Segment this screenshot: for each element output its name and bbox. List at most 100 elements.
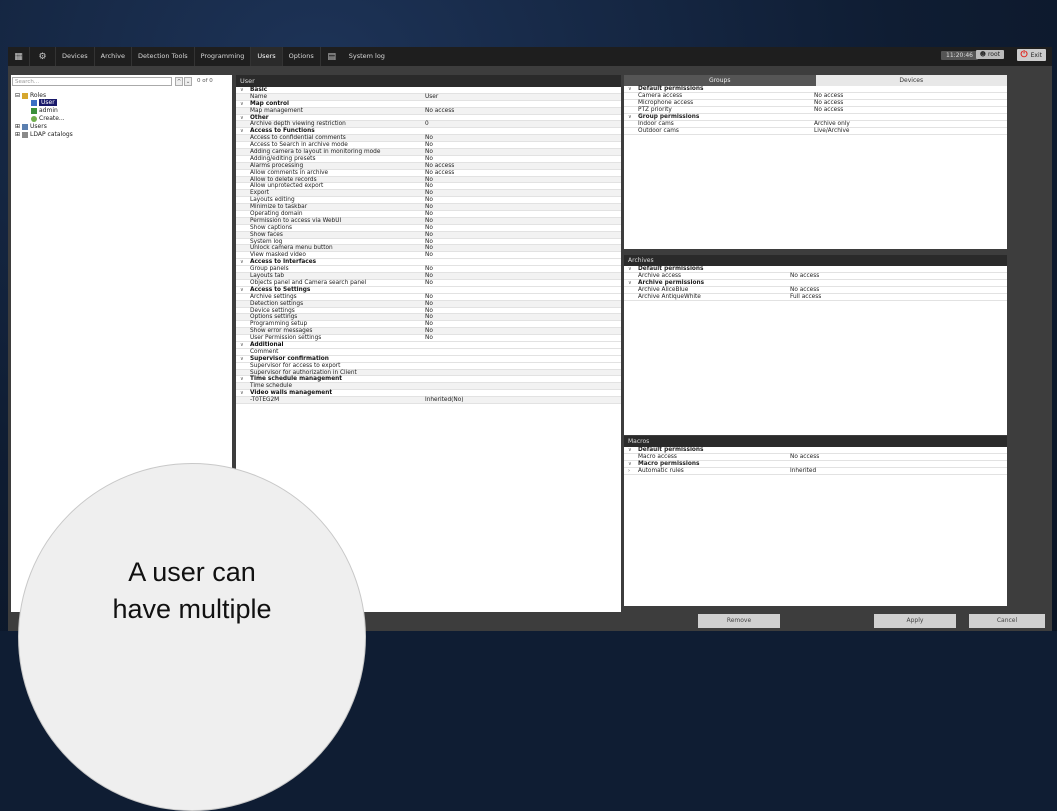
property-value[interactable]: No [425, 308, 433, 315]
property-value[interactable]: No [425, 135, 433, 142]
section-header[interactable]: ∨ Group permissions [624, 114, 1007, 121]
property-value[interactable]: No [425, 142, 433, 149]
property-value[interactable]: No [425, 328, 433, 335]
property-row[interactable]: User Permission settings No [236, 335, 621, 342]
property-row[interactable]: Allow comments in archive No access [236, 170, 621, 177]
property-value[interactable]: No [425, 204, 433, 211]
property-row[interactable]: Archive settings No [236, 294, 621, 301]
property-row[interactable]: Permission to access via WebUI No [236, 217, 621, 225]
search-input[interactable]: Search... [12, 77, 172, 86]
property-value[interactable]: No [425, 149, 433, 156]
property-row[interactable]: Minimize to taskbar No [236, 204, 621, 212]
property-value[interactable]: No [425, 280, 433, 287]
property-value[interactable]: No [425, 335, 433, 342]
property-row[interactable]: PTZ priority No access [624, 107, 1007, 114]
property-row[interactable]: Operating domain No [236, 211, 621, 218]
property-value[interactable]: No [425, 252, 433, 259]
chevron-down-icon[interactable]: ∨ [628, 461, 632, 468]
property-value[interactable]: No access [790, 287, 819, 294]
tree-item-roles[interactable]: ⊟ Roles [15, 92, 46, 99]
property-value[interactable]: Inherited(No) [425, 397, 464, 404]
property-value[interactable]: No [425, 273, 433, 280]
tab-users[interactable]: Users [251, 47, 283, 66]
chevron-down-icon[interactable]: ∨ [628, 114, 632, 121]
section-header[interactable]: ∨ Default permissions [624, 266, 1007, 273]
property-value[interactable]: Inherited [790, 468, 816, 475]
property-row[interactable]: Options settings No [236, 314, 621, 322]
chevron-right-icon[interactable]: › [628, 468, 630, 475]
chevron-down-icon[interactable]: ∨ [240, 342, 244, 349]
chevron-down-icon[interactable]: ∨ [240, 101, 244, 108]
property-value[interactable]: No [425, 321, 433, 328]
section-header[interactable]: ∨ Additional [236, 342, 621, 349]
chevron-down-icon[interactable]: ∨ [240, 128, 244, 135]
chevron-down-icon[interactable]: ∨ [240, 376, 244, 383]
property-row[interactable]: Allow to delete records No [236, 176, 621, 184]
property-row[interactable]: Device settings No [236, 308, 621, 315]
property-row[interactable]: Indoor cams Archive only [624, 121, 1007, 128]
chevron-down-icon[interactable]: ∨ [628, 266, 632, 273]
tree-item-user[interactable]: User [31, 99, 57, 106]
property-value[interactable]: No access [814, 107, 843, 114]
property-row[interactable]: Access to confidential comments No [236, 135, 621, 143]
property-value[interactable]: No [425, 190, 433, 197]
property-row[interactable]: Show faces No [236, 231, 621, 239]
section-header[interactable]: ∨ Other [236, 115, 621, 122]
property-row[interactable]: Group panels No [236, 266, 621, 274]
section-header[interactable]: ∨ Default permissions [624, 447, 1007, 454]
property-row[interactable]: System log No [236, 239, 621, 246]
remove-button[interactable]: Remove [698, 614, 780, 628]
tree-item-create[interactable]: Create... [31, 115, 65, 122]
property-value[interactable]: No [425, 197, 433, 204]
current-user-button[interactable]: ☻ root [975, 50, 1004, 59]
property-value[interactable]: Live/Archive [814, 128, 849, 135]
section-header[interactable]: ∨ Basic [236, 87, 621, 94]
cancel-button[interactable]: Cancel [969, 614, 1045, 628]
property-row[interactable]: Outdoor cams Live/Archive [624, 128, 1007, 135]
prev-result-button[interactable]: ^ [175, 77, 183, 86]
property-row[interactable]: Name User [236, 93, 621, 101]
tree-item-users[interactable]: ⊞ Users [15, 123, 47, 130]
tab-detection-tools[interactable]: Detection Tools [132, 47, 195, 66]
tree-item-admin[interactable]: admin [31, 107, 58, 114]
section-header[interactable]: ∨ Video walls management [236, 390, 621, 398]
property-row[interactable]: Archive AliceBlue No access [624, 287, 1007, 294]
property-value[interactable]: 0 [425, 121, 429, 128]
section-header[interactable]: ∨ Macro permissions [624, 461, 1007, 468]
property-value[interactable]: User [425, 94, 438, 101]
property-value[interactable]: No [425, 314, 433, 321]
section-header[interactable]: ∨ Default permissions [624, 86, 1007, 93]
property-row[interactable]: Adding camera to layout in monitoring mo… [236, 149, 621, 156]
property-row[interactable]: Programming setup No [236, 321, 621, 329]
property-row[interactable]: Allow unprotected export No [236, 183, 621, 191]
property-row[interactable]: Detection settings No [236, 300, 621, 308]
property-value[interactable]: No [425, 225, 433, 232]
property-row[interactable]: Layouts editing No [236, 197, 621, 205]
property-row[interactable]: Time schedule [236, 383, 621, 391]
property-row[interactable]: Archive depth viewing restriction 0 [236, 121, 621, 129]
property-row[interactable]: Map management No access [236, 107, 621, 115]
section-header[interactable]: ∨ Time schedule management [236, 376, 621, 384]
property-row[interactable]: Comment [236, 349, 621, 356]
chevron-down-icon[interactable]: ∨ [240, 356, 244, 363]
tab-options[interactable]: Options [283, 47, 321, 66]
property-row[interactable]: Layouts tab No [236, 273, 621, 280]
property-row[interactable]: › Automatic rules Inherited [624, 468, 1007, 475]
grid-icon[interactable]: ▦ [8, 47, 30, 66]
property-value[interactable]: No [425, 294, 433, 301]
property-row[interactable]: -T0TEG2M Inherited(No) [236, 397, 621, 404]
section-header[interactable]: ∨ Archive permissions [624, 280, 1007, 287]
property-value[interactable]: No access [425, 108, 454, 115]
tab-system-log[interactable]: System log [343, 47, 391, 66]
section-header[interactable]: ∨ Access to Settings [236, 287, 621, 294]
chevron-down-icon[interactable]: ∨ [240, 87, 244, 94]
property-value[interactable]: No [425, 232, 433, 239]
property-row[interactable]: Microphone access No access [624, 100, 1007, 107]
section-header[interactable]: ∨ Map control [236, 101, 621, 108]
property-value[interactable]: No [425, 245, 433, 252]
section-header[interactable]: ∨ Access to Functions [236, 128, 621, 136]
property-value[interactable]: No [425, 301, 433, 308]
property-value[interactable]: No access [425, 170, 454, 177]
property-value[interactable]: No access [790, 454, 819, 461]
gear-icon[interactable]: ⚙ [30, 47, 56, 66]
